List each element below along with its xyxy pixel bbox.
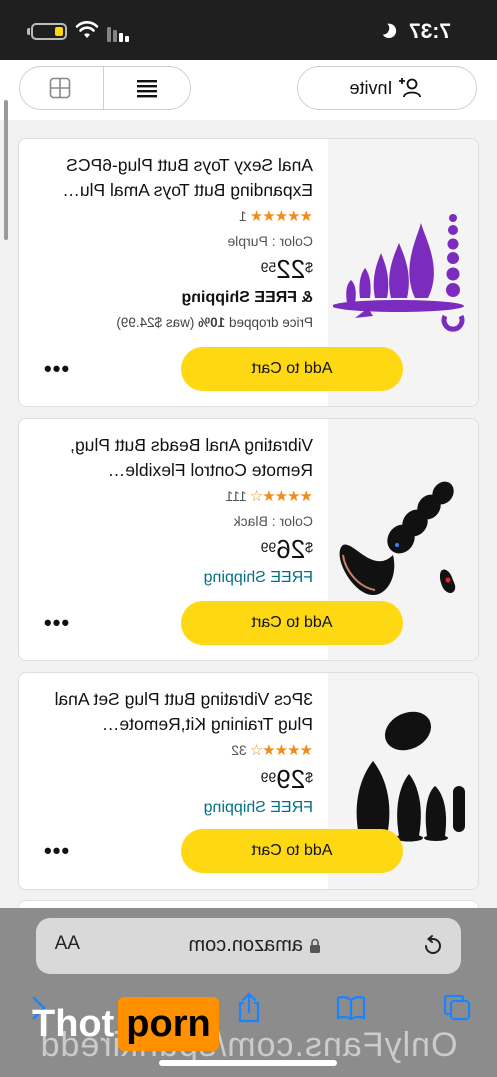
tabs-icon (443, 994, 471, 1021)
shipping-text: FREE Shipping (203, 799, 313, 816)
price-currency: $ (305, 769, 313, 785)
price-drop-was: (was $24.99) (116, 315, 195, 330)
mirrored-screen: 7:37 Invite Anal Sexy Toys Butt Plug-6PC… (0, 0, 497, 1077)
price-fraction: 99 (260, 769, 277, 785)
rating-row[interactable]: ★★★★☆ 32 (33, 741, 313, 759)
tabs-button[interactable] (437, 988, 477, 1028)
add-to-cart-button[interactable]: Add to Cart (181, 347, 403, 391)
bookmarks-button[interactable] (331, 988, 371, 1028)
text-size-button[interactable]: AA (55, 933, 80, 955)
black-anal-beads-image (339, 481, 456, 595)
address-bar[interactable]: amazon.com AA (36, 918, 461, 974)
product-card[interactable]: Vibrating Anal Beads Butt Plug, Remote C… (18, 418, 479, 661)
list-icon (137, 80, 157, 98)
price-whole: 29 (276, 764, 306, 794)
price-currency: $ (305, 539, 313, 555)
price-whole: 22 (276, 254, 306, 284)
more-options-button[interactable]: ••• (34, 601, 78, 645)
star-rating-icon: ★★★★★ (250, 208, 313, 225)
add-person-icon (398, 78, 421, 98)
add-to-cart-button[interactable]: Add to Cart (181, 601, 403, 645)
battery-level (55, 27, 63, 36)
more-options-button[interactable]: ••• (34, 347, 78, 391)
grid-view-button[interactable] (19, 67, 104, 109)
price: $ 26 99 (33, 534, 313, 564)
grid-icon (50, 77, 71, 99)
variant-text: Color : Purple (227, 233, 313, 249)
shipping-text: FREE Shipping (203, 569, 313, 586)
battery-icon (31, 23, 67, 40)
invite-label: Invite (349, 77, 393, 98)
shipping-label: FREE Shipping (181, 289, 297, 306)
status-bar: 7:37 (0, 0, 497, 60)
product-title[interactable]: 3Pcs Vibrating Butt Plug Set Anal Plug T… (33, 687, 313, 737)
rating-count: 32 (231, 742, 247, 758)
purple-plug-set-image (333, 213, 465, 332)
moon-icon (382, 23, 397, 39)
shipping-text: & FREE Shipping (33, 289, 313, 307)
star-rating-icon: ★★★★☆ (250, 488, 313, 505)
product-card[interactable]: Anal Sexy Toys Butt Plug-6PCS Expanding … (18, 138, 479, 407)
price-whole: 26 (276, 534, 306, 564)
address-domain: amazon.com (188, 934, 304, 956)
price-drop-note: Price dropped 10% (was $24.99) (33, 315, 313, 330)
book-icon (336, 996, 366, 1021)
watermark-logo-right: porn (118, 997, 219, 1051)
rating-row[interactable]: ★★★★★ 1 (33, 207, 313, 225)
list-view-button[interactable] (104, 67, 190, 109)
rating-count: 111 (225, 488, 247, 504)
variant-text: Color : Black (233, 513, 313, 529)
product-info: 3Pcs Vibrating Butt Plug Set Anal Plug T… (33, 687, 313, 817)
wifi-icon (75, 21, 99, 38)
scroll-indicator[interactable] (4, 100, 8, 240)
product-info: Vibrating Anal Beads Butt Plug, Remote C… (33, 433, 313, 587)
share-icon (238, 992, 260, 1023)
address-text[interactable]: amazon.com (189, 934, 322, 957)
lock-icon (310, 938, 320, 953)
status-time: 7:37 (408, 20, 451, 43)
watermark-logo: Thot porn (32, 996, 219, 1052)
view-toggle (19, 66, 191, 110)
price-currency: $ (305, 259, 313, 275)
cellular-signal-icon (105, 24, 129, 42)
product-card[interactable]: 3Pcs Vibrating Butt Plug Set Anal Plug T… (18, 672, 479, 890)
product-title[interactable]: Vibrating Anal Beads Butt Plug, Remote C… (33, 433, 313, 483)
rating-row[interactable]: ★★★★☆ 111 (33, 487, 313, 505)
rating-count: 1 (238, 208, 247, 224)
price-fraction: 99 (260, 539, 277, 555)
checkmark-icon: & (301, 289, 313, 306)
more-options-button[interactable]: ••• (34, 829, 78, 873)
price-drop-percent: 10% (198, 315, 226, 330)
battery-tip (27, 28, 30, 35)
product-info: Anal Sexy Toys Butt Plug-6PCS Expanding … (33, 153, 313, 330)
star-rating-icon: ★★★★☆ (250, 742, 313, 759)
watermark-logo-left: Thot (32, 1002, 115, 1045)
price-fraction: 59 (260, 259, 277, 275)
price: $ 29 99 (33, 764, 313, 794)
toolbar-row: Invite (0, 60, 497, 120)
product-title[interactable]: Anal Sexy Toys Butt Plug-6PCS Expanding … (33, 153, 313, 203)
invite-button[interactable]: Invite (297, 66, 477, 110)
add-to-cart-button[interactable]: Add to Cart (181, 829, 403, 873)
price-drop-prefix: Price dropped (228, 315, 313, 330)
price: $ 22 59 (33, 254, 313, 284)
share-button[interactable] (229, 988, 269, 1028)
reload-icon[interactable] (421, 934, 445, 958)
